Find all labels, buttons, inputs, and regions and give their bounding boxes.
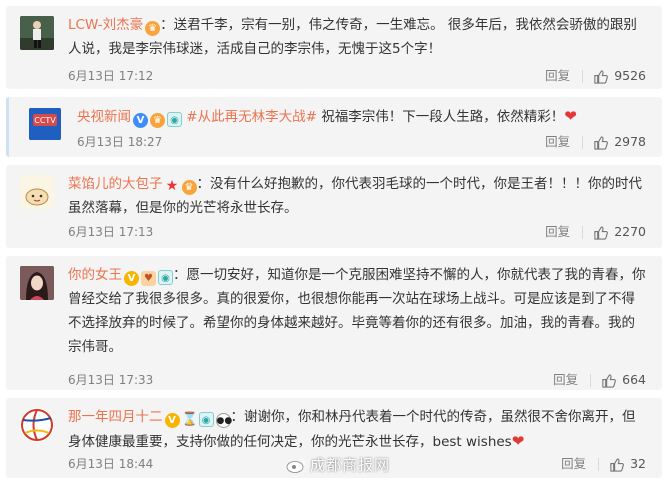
cctv-news-logo-icon: CCTV (29, 108, 61, 140)
like-count: 2978 (614, 134, 646, 149)
like-count: 9526 (614, 68, 646, 83)
star-badge-icon[interactable]: ★ (165, 179, 180, 194)
comment-time: 6月13日 17:33 (68, 373, 154, 387)
like-count: 664 (622, 372, 646, 387)
thumbs-up-icon[interactable] (593, 69, 609, 84)
commenter-name[interactable]: 菜馅儿的大包子 (68, 176, 163, 192)
reply-button[interactable]: 回复 (545, 223, 570, 241)
verified-badge-icon[interactable]: V (133, 113, 148, 128)
comment-card: 菜馅儿的大包子 ★ ♛ ：没有什么好抱歉的，你代表羽毛球的一个时代，你是王者！！！你的… (6, 165, 662, 248)
thumbs-up-icon[interactable] (593, 135, 609, 150)
weibo-logo-icon (286, 457, 305, 473)
heart-emoji-icon: ❤ (564, 107, 577, 125)
crown-badge-icon[interactable]: ♛ (181, 180, 197, 195)
commenter-name[interactable]: 那一年四月十二 (68, 409, 163, 425)
fans-badge-icon[interactable]: ◉ (198, 412, 214, 427)
divider (582, 135, 584, 149)
vip-yellow-badge-icon[interactable]: V (164, 413, 180, 428)
svg-text:CCTV: CCTV (34, 116, 56, 125)
fans-badge-icon[interactable]: ◉ (158, 270, 173, 285)
avatar[interactable] (20, 266, 54, 300)
commenter-name[interactable]: LCW-刘杰豪 (68, 17, 143, 33)
crown-badge-icon[interactable]: ♛ (150, 113, 165, 128)
comment-card: 你的女王 V ♥ ◉ ：愿一切安好，知道你是一个克服困难坚持不懈的人，你就代表了我的青春… (6, 256, 662, 390)
comment-meta: 6月13日 18:27 回复 2978 (77, 133, 646, 151)
heart-emoji-icon: ❤ (511, 432, 525, 450)
comment-meta: 6月13日 17:13 回复 2270 (68, 223, 646, 241)
reply-button[interactable]: 回复 (561, 455, 586, 473)
watermark: 成都商报网 (286, 454, 390, 475)
topic-link[interactable]: #从此再无林李大战# (186, 109, 317, 125)
thumbs-up-icon[interactable] (593, 225, 609, 240)
commenter-name[interactable]: 你的女王 (68, 267, 122, 283)
divider (590, 373, 592, 387)
comment-time: 6月13日 18:44 (68, 457, 154, 471)
comment-card: CCTV 央视新闻 V ♛ ◉ #从此再无林李大战# 祝福李宗伟！下一段人生路，依然精… (6, 97, 662, 157)
hourglass-badge-icon[interactable]: ⌛ (182, 412, 198, 427)
crown-badge-icon[interactable]: ♛ (145, 21, 161, 36)
runner-avatar-icon (20, 16, 54, 50)
avatar[interactable] (20, 408, 54, 442)
comment-body: 央视新闻 V ♛ ◉ #从此再无林李大战# 祝福李宗伟！下一段人生路，依然精彩！❤ (77, 104, 646, 129)
commenter-name[interactable]: 央视新闻 (77, 109, 131, 125)
comment-body: 你的女王 V ♥ ◉ ：愿一切安好，知道你是一个克服困难坚持不懈的人，你就代表了我的青春… (68, 263, 646, 359)
comment-time: 6月13日 17:12 (68, 69, 154, 83)
avatar[interactable] (20, 175, 54, 209)
comment-text: 祝福李宗伟！下一段人生路，依然精彩！ (316, 109, 565, 125)
woman-avatar-icon (20, 266, 54, 300)
thumbs-up-icon[interactable] (601, 373, 617, 388)
comment-time: 6月13日 17:13 (68, 225, 154, 239)
avatar[interactable] (20, 16, 54, 50)
reply-button[interactable]: 回复 (545, 67, 570, 85)
reply-button[interactable]: 回复 (545, 133, 570, 151)
comment-body: 那一年四月十二 V ⌛ ◉ ●●：谢谢你，你和林丹代表着一个时代的传奇，虽然很不舍你离开… (68, 405, 646, 454)
like-count: 2270 (614, 224, 646, 239)
comment-time: 6月13日 18:27 (77, 135, 163, 149)
reply-button[interactable]: 回复 (553, 371, 578, 389)
divider (582, 69, 584, 83)
divider (598, 457, 600, 471)
watermark-text: 成都商报网 (309, 456, 390, 474)
divider (582, 225, 584, 239)
avatar[interactable]: CCTV (29, 108, 61, 140)
comment-card: LCW-刘杰豪 ♛ ：送君千李，宗有一别，伟之传奇，一生难忘。 很多年后，我依然会骄… (6, 6, 662, 89)
panda-badge-icon[interactable]: ●● (215, 413, 232, 428)
comment-body: LCW-刘杰豪 ♛ ：送君千李，宗有一别，伟之传奇，一生难忘。 很多年后，我依然会骄… (68, 13, 646, 61)
comment-meta: 6月13日 17:12 回复 9526 (68, 67, 646, 85)
thumbs-up-icon[interactable] (609, 457, 624, 472)
heart-fans-badge-icon[interactable]: ♥ (141, 271, 156, 286)
bun-avatar-icon (20, 175, 54, 209)
volleyball-avatar-icon (21, 409, 53, 441)
comment-meta: 6月13日 17:33 回复 664 (68, 371, 646, 389)
vip-yellow-badge-icon[interactable]: V (124, 271, 139, 286)
like-count: 32 (630, 456, 646, 471)
fans-badge-icon[interactable]: ◉ (167, 112, 182, 127)
comment-body: 菜馅儿的大包子 ★ ♛ ：没有什么好抱歉的，你代表羽毛球的一个时代，你是王者！！！你的… (68, 172, 646, 220)
